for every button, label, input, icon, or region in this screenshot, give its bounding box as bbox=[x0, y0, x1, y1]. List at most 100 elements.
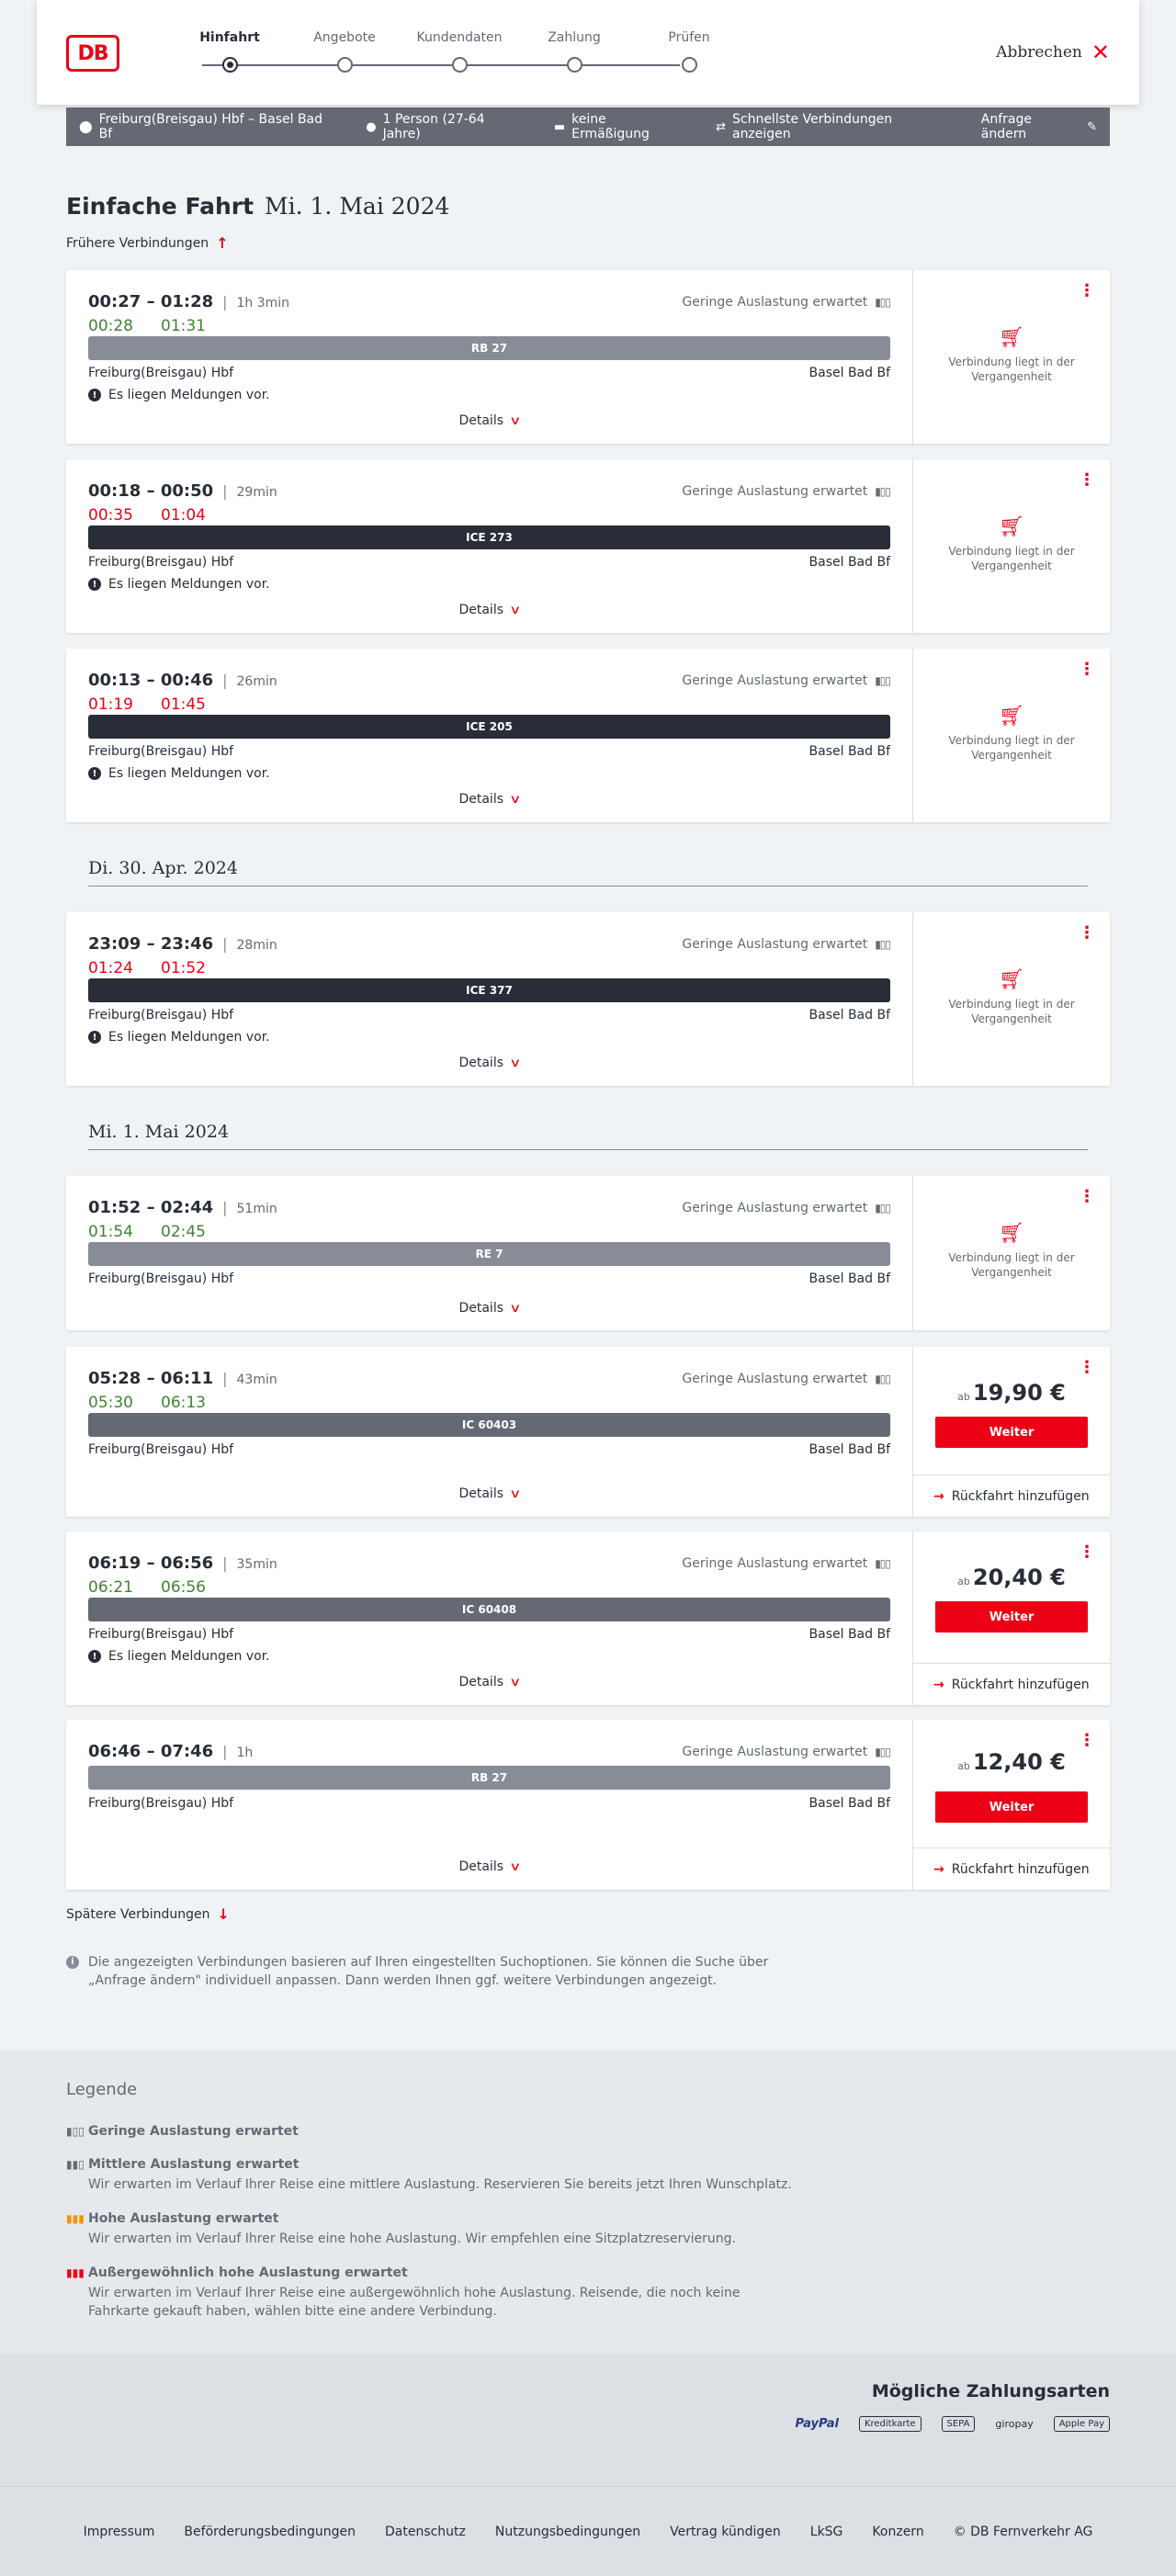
low-load-icon: ▮▯▯ bbox=[875, 1202, 891, 1215]
connection-time: 23:09 – 23:46 bbox=[88, 934, 214, 954]
connection-card: 06:46 – 07:46 | 1h Geringe Auslastung erwa… bbox=[66, 1720, 1110, 1890]
footer-link-vertrag-kuendigen[interactable]: Vertrag kündigen bbox=[670, 2525, 781, 2539]
origin-station: Freiburg(Breisgau) Hbf bbox=[88, 1271, 234, 1286]
load-indicator: Geringe Auslastung erwartet ▮▯▯ bbox=[682, 1745, 891, 1759]
message-notice: ! Es liegen Meldungen vor. bbox=[88, 766, 270, 781]
footer-link-impressum[interactable]: Impressum bbox=[84, 2525, 155, 2539]
train-bar[interactable]: ICE 273 bbox=[88, 525, 890, 549]
earlier-connections-link[interactable]: Frühere Verbindungen ↑ bbox=[66, 234, 229, 252]
low-load-icon: ▮▯▯ bbox=[875, 1373, 891, 1385]
low-load-icon: ▮▯▯ bbox=[66, 2125, 85, 2138]
realtime-times: 00:35 01:04 bbox=[88, 506, 206, 525]
db-logo[interactable]: DB bbox=[66, 35, 119, 72]
realtime-times: 01:24 01:52 bbox=[88, 959, 206, 977]
message-notice: ! Es liegen Meldungen vor. bbox=[88, 388, 270, 402]
origin-station: Freiburg(Breisgau) Hbf bbox=[88, 1008, 234, 1022]
sepa-icon: SEPA bbox=[941, 2416, 976, 2432]
payment-section: Mögliche Zahlungsarten PayPal Kreditkart… bbox=[0, 2354, 1176, 2486]
details-button[interactable]: Details ∨ bbox=[66, 1056, 912, 1070]
legend-item: ▮▮▯ Mittlere Auslastung erwartet Wir erwa… bbox=[66, 2157, 792, 2192]
destination-station: Basel Bad Bf bbox=[808, 555, 890, 570]
message-notice: ! Es liegen Meldungen vor. bbox=[88, 577, 270, 592]
price: ab 19,90 € bbox=[957, 1380, 1066, 1406]
connection-card: 06:19 – 06:56 | 35min 06:21 06:56 Geringe A… bbox=[66, 1531, 1110, 1705]
step-dot bbox=[337, 57, 353, 73]
past-connection-notice: 🛒︎ Verbindung liegt in der Vergangenheit bbox=[948, 514, 1075, 572]
past-connection-notice: 🛒︎ Verbindung liegt in der Vergangenheit bbox=[948, 1222, 1075, 1280]
more-options-icon[interactable]: ⋮ bbox=[1079, 1544, 1095, 1561]
day-separator: Mi. 1. Mai 2024 bbox=[88, 1122, 1088, 1150]
add-return-button[interactable]: → Rückfahrt hinzufügen bbox=[913, 1663, 1110, 1705]
more-options-icon[interactable]: ⋮ bbox=[1079, 1733, 1095, 1749]
destination-station: Basel Bad Bf bbox=[808, 366, 890, 380]
step-zahlung[interactable]: Zahlung bbox=[519, 30, 629, 73]
more-options-icon[interactable]: ⋮ bbox=[1079, 1360, 1095, 1376]
train-bar[interactable]: RB 27 bbox=[88, 336, 890, 360]
low-load-icon: ▮▯▯ bbox=[875, 674, 891, 687]
legend-item: ▮▮▮ Hohe Auslastung erwartet Wir erwarten… bbox=[66, 2211, 736, 2246]
high-load-icon: ▮▮▮ bbox=[66, 2212, 85, 2225]
continue-button[interactable]: Weiter bbox=[935, 1417, 1088, 1448]
price: ab 12,40 € bbox=[957, 1749, 1066, 1775]
step-dot bbox=[222, 57, 238, 73]
search-summary-bar: ⬤ Freiburg(Breisgau) Hbf – Basel Bad Bf ●… bbox=[66, 107, 1110, 146]
step-pruefen[interactable]: Prüfen bbox=[634, 30, 744, 73]
train-bar[interactable]: ICE 377 bbox=[88, 978, 890, 1002]
close-icon: ✕ bbox=[1091, 40, 1110, 65]
connection-time: 06:19 – 06:56 bbox=[88, 1554, 214, 1573]
past-connection-notice: 🛒︎ Verbindung liegt in der Vergangenheit bbox=[948, 967, 1075, 1025]
step-hinfahrt[interactable]: Hinfahrt bbox=[175, 30, 285, 73]
train-bar[interactable]: IC 60403 bbox=[88, 1413, 890, 1437]
connection-time: 05:28 – 06:11 bbox=[88, 1369, 214, 1388]
cart-icon: 🛒︎ bbox=[999, 704, 1024, 728]
location-pin-icon: ⬤ bbox=[79, 119, 93, 134]
exclamation-icon: ! bbox=[88, 578, 101, 591]
details-button[interactable]: Details ∨ bbox=[66, 1675, 912, 1689]
train-bar[interactable]: ICE 205 bbox=[88, 715, 890, 739]
chevron-down-icon: ∨ bbox=[509, 413, 522, 428]
add-return-button[interactable]: → Rückfahrt hinzufügen bbox=[913, 1847, 1110, 1890]
destination-station: Basel Bad Bf bbox=[808, 1796, 890, 1811]
step-dot bbox=[452, 57, 468, 73]
train-bar[interactable]: RE 7 bbox=[88, 1242, 890, 1266]
footer-link-konzern[interactable]: Konzern bbox=[872, 2525, 923, 2539]
realtime-times: 00:28 01:31 bbox=[88, 317, 206, 335]
cart-icon: 🛒︎ bbox=[999, 1222, 1024, 1245]
footer-link-nutzungsbedingungen[interactable]: Nutzungsbedingungen bbox=[495, 2525, 640, 2539]
add-return-button[interactable]: → Rückfahrt hinzufügen bbox=[913, 1474, 1110, 1517]
realtime-times: 06:21 06:56 bbox=[88, 1578, 206, 1597]
continue-button[interactable]: Weiter bbox=[935, 1601, 1088, 1633]
footer-link-befoerderungsbedingungen[interactable]: Beförderungsbedingungen bbox=[184, 2525, 356, 2539]
arrow-up-icon: ↑ bbox=[216, 234, 229, 252]
load-indicator: Geringe Auslastung erwartet ▮▯▯ bbox=[682, 1372, 891, 1386]
details-button[interactable]: Details ∨ bbox=[66, 1301, 912, 1316]
step-angebote[interactable]: Angebote bbox=[289, 30, 400, 73]
load-indicator: Geringe Auslastung erwartet ▮▯▯ bbox=[682, 673, 891, 688]
details-button[interactable]: Details ∨ bbox=[66, 603, 912, 617]
legend-item: ▮▮▮ Außergewöhnlich hohe Auslastung erwar… bbox=[66, 2265, 741, 2319]
details-button[interactable]: Details ∨ bbox=[66, 792, 912, 807]
connection-card: 00:18 – 00:50 | 29min 00:35 01:04 Geringe A… bbox=[66, 459, 1110, 633]
arrow-right-icon: → bbox=[933, 1861, 944, 1877]
change-request-button[interactable]: Anfrage ändern ✎ bbox=[981, 112, 1097, 141]
cart-icon: 🛒︎ bbox=[999, 325, 1024, 349]
arrow-right-icon: → bbox=[933, 1488, 944, 1504]
booking-stepper: Hinfahrt Angebote Kundendaten Zahlung Pr… bbox=[193, 30, 710, 76]
train-bar[interactable]: RB 27 bbox=[88, 1766, 890, 1790]
continue-button[interactable]: Weiter bbox=[935, 1791, 1088, 1823]
step-kundendaten[interactable]: Kundendaten bbox=[404, 30, 514, 73]
exclamation-icon: ! bbox=[88, 389, 101, 401]
details-button[interactable]: Details ∨ bbox=[66, 1859, 912, 1874]
details-button[interactable]: Details ∨ bbox=[66, 1486, 912, 1501]
persons-info: ● 1 Person (27-64 Jahre) bbox=[366, 112, 485, 141]
cart-icon: 🛒︎ bbox=[999, 514, 1024, 538]
details-button[interactable]: Details ∨ bbox=[66, 413, 912, 428]
connection-card: 00:27 – 01:28 | 1h 3min 00:28 01:31 Geringe… bbox=[66, 270, 1110, 444]
footer-link-datenschutz[interactable]: Datenschutz bbox=[385, 2525, 466, 2539]
cancel-button[interactable]: Abbrechen ✕ bbox=[996, 41, 1110, 63]
origin-station: Freiburg(Breisgau) Hbf bbox=[88, 366, 234, 380]
footer-link-lksg[interactable]: LkSG bbox=[810, 2525, 843, 2539]
train-bar[interactable]: IC 60408 bbox=[88, 1598, 890, 1621]
later-connections-link[interactable]: Spätere Verbindungen ↓ bbox=[66, 1905, 230, 1923]
payment-title: Mögliche Zahlungsarten bbox=[871, 2381, 1110, 2401]
